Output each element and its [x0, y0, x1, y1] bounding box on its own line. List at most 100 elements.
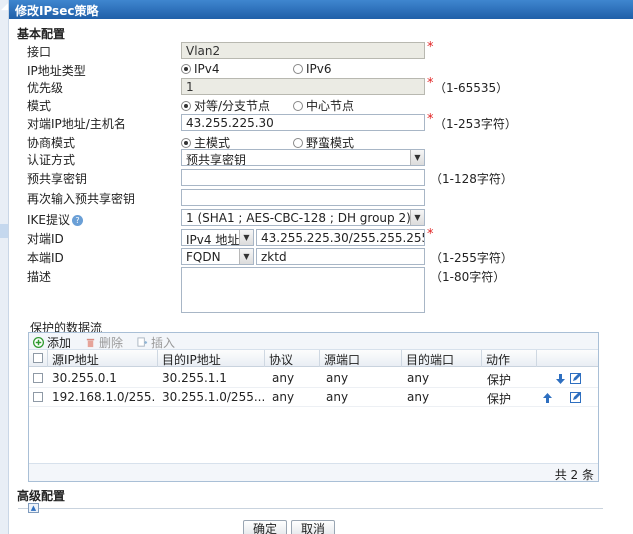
cell-src-ip: 192.168.1.0/255... [52, 390, 156, 404]
ike-value: 1 (SHA1 ; AES-CBC-128 ; DH group 2) [186, 211, 411, 225]
header-protocol[interactable]: 协议 [265, 350, 320, 367]
total-count: 共 2 条 [554, 468, 594, 482]
radio-ipv6-label: IPv6 [306, 62, 332, 76]
insert-icon [137, 337, 148, 347]
table-row[interactable]: 30.255.0.1 30.255.1.1 any any any 保护 [29, 369, 598, 388]
psk-label: 预共享密钥 [27, 172, 88, 186]
chevron-down-icon[interactable]: ▼ [410, 210, 424, 225]
radio-unselected-icon [293, 137, 303, 148]
row-checkbox[interactable] [33, 373, 43, 383]
peer-id-type-select[interactable]: IPv4 地址 ▼ [181, 229, 254, 246]
header-operations [537, 350, 600, 367]
radio-ipv4[interactable]: IPv4 [181, 62, 220, 76]
select-all-cell [29, 350, 48, 367]
radio-selected-icon [181, 64, 191, 74]
radio-ipv6[interactable]: IPv6 [293, 62, 332, 76]
help-icon[interactable]: ? [72, 215, 83, 226]
radio-unselected-icon [293, 64, 303, 74]
psk-confirm-label: 再次输入预共享密钥 [27, 192, 136, 206]
radio-ipv4-label: IPv4 [194, 62, 220, 76]
table-row[interactable]: 192.168.1.0/255... 30.255.1.0/255.... an… [29, 388, 598, 407]
collapse-arrow-icon[interactable]: ◢ [1, 2, 8, 12]
radio-selected-icon [181, 137, 191, 148]
flows-header: 源IP地址 目的IP地址 协议 源端口 目的端口 动作 [29, 350, 598, 367]
add-button[interactable]: 添加 [33, 334, 71, 351]
priority-field[interactable]: 1 [181, 78, 425, 95]
psk-field[interactable] [181, 169, 425, 186]
left-panel-strip: ◢ [0, 0, 9, 534]
psk-confirm-field[interactable] [181, 189, 425, 206]
ip-type-label: IP地址类型 [27, 64, 86, 78]
basic-config-heading: 基本配置 [17, 27, 66, 41]
required-mark: * [427, 76, 434, 91]
cell-dst-ip: 30.255.1.0/255.... [162, 390, 264, 404]
interface-label: 接口 [27, 45, 52, 59]
move-up-icon[interactable] [542, 392, 553, 404]
cell-dst-ip: 30.255.1.1 [162, 371, 227, 385]
header-dst-ip[interactable]: 目的IP地址 [158, 350, 265, 367]
cell-dst-port: any [407, 371, 430, 385]
required-mark: * [427, 112, 434, 127]
radio-center-node[interactable]: 中心节点 [293, 97, 354, 114]
left-strip-marker [0, 224, 8, 238]
delete-button-label: 删除 [99, 336, 124, 350]
cell-protocol: any [272, 390, 295, 404]
advanced-config-heading: 高级配置 [17, 489, 66, 503]
description-hint: （1-80字符） [430, 270, 506, 284]
insert-button[interactable]: 插入 [137, 334, 175, 351]
local-id-type-value: FQDN [186, 250, 221, 264]
chevron-down-icon[interactable]: ▼ [239, 230, 253, 245]
peer-address-hint: （1-253字符） [434, 117, 517, 131]
priority-label: 优先级 [27, 81, 64, 95]
peer-address-field[interactable]: 43.255.225.30 [181, 114, 425, 131]
expand-collapse-icon[interactable]: ▲ [28, 503, 39, 513]
cell-src-port: any [326, 371, 349, 385]
required-mark: * [427, 40, 434, 55]
chevron-down-icon[interactable]: ▼ [239, 249, 253, 264]
mode-label: 模式 [27, 99, 52, 113]
radio-unselected-icon [293, 100, 303, 111]
advanced-divider [18, 508, 603, 509]
peer-id-field[interactable]: 43.255.225.30/255.255.255.255 [256, 229, 425, 246]
radio-peer-node-label: 对等/分支节点 [194, 99, 271, 113]
add-icon [33, 337, 44, 348]
interface-field[interactable]: Vlan2 [181, 42, 425, 59]
header-dst-port[interactable]: 目的端口 [402, 350, 482, 367]
insert-button-label: 插入 [151, 336, 176, 350]
radio-peer-node[interactable]: 对等/分支节点 [181, 97, 270, 114]
edit-icon[interactable] [570, 372, 582, 384]
flows-grid: 添加 删除 插入 源IP地址 目的IP地址 协议 源端口 目的端口 动作 30.… [28, 332, 599, 482]
chevron-down-icon[interactable]: ▼ [410, 150, 424, 165]
description-textarea[interactable] [181, 267, 425, 313]
local-id-type-select[interactable]: FQDN ▼ [181, 248, 254, 265]
ok-button[interactable]: 确定 [243, 520, 287, 534]
cancel-button[interactable]: 取消 [291, 520, 335, 534]
select-all-checkbox[interactable] [33, 353, 43, 363]
flows-toolbar: 添加 删除 插入 [29, 333, 598, 350]
header-src-port[interactable]: 源端口 [320, 350, 402, 367]
psk-hint: （1-128字符） [430, 172, 513, 186]
trash-icon [86, 338, 95, 348]
peer-address-label: 对端IP地址/主机名 [27, 117, 126, 131]
delete-button[interactable]: 删除 [85, 334, 123, 351]
auth-method-label: 认证方式 [27, 153, 76, 167]
move-down-icon[interactable] [555, 373, 566, 385]
peer-id-label: 对端ID [27, 232, 64, 246]
nego-mode-label: 协商模式 [27, 136, 76, 150]
add-button-label: 添加 [47, 336, 72, 350]
priority-hint: （1-65535） [434, 81, 509, 95]
auth-method-select[interactable]: 预共享密钥 ▼ [181, 149, 425, 166]
header-action[interactable]: 动作 [482, 350, 537, 367]
ike-label-text: IKE提议 [27, 213, 70, 227]
ike-select[interactable]: 1 (SHA1 ; AES-CBC-128 ; DH group 2) ▼ [181, 209, 425, 226]
required-mark: * [427, 227, 434, 242]
header-src-ip[interactable]: 源IP地址 [48, 350, 158, 367]
ike-label: IKE提议? [27, 211, 83, 228]
radio-center-node-label: 中心节点 [306, 99, 355, 113]
edit-icon[interactable] [570, 391, 582, 403]
cell-src-port: any [326, 390, 349, 404]
local-id-field[interactable]: zktd [256, 248, 425, 265]
row-checkbox[interactable] [33, 392, 43, 402]
dialog-title: 修改IPsec策略 [9, 0, 633, 19]
cell-dst-port: any [407, 390, 430, 404]
